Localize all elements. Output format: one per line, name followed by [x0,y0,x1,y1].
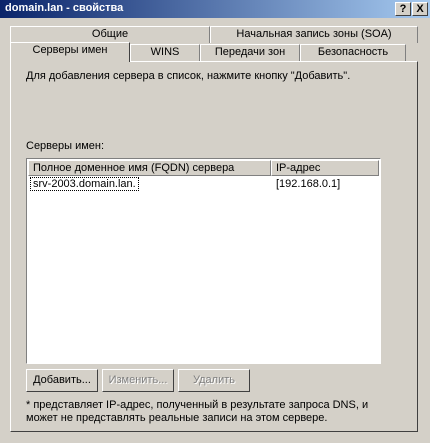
tab-zone-transfers[interactable]: Передачи зон [200,44,300,61]
row-ip: [192.168.0.1] [276,178,341,190]
table-row[interactable]: srv-2003.domain.lan. [192.168.0.1] [29,177,378,192]
add-button[interactable]: Добавить... [26,369,98,392]
row-fqdn: srv-2003.domain.lan. [30,177,139,191]
edit-button[interactable]: Изменить... [102,369,174,392]
footnote-line-1: * представляет IP-адрес, полученный в ре… [26,399,369,411]
tab-security[interactable]: Безопасность [300,44,406,61]
title-bar: domain.lan - свойства ? X [0,0,430,18]
help-button[interactable]: ? [395,2,411,16]
instruction-text: Для добавления сервера в список, нажмите… [26,70,351,82]
close-button[interactable]: X [412,2,428,16]
tab-general[interactable]: Общие [10,26,210,43]
tab-soa[interactable]: Начальная запись зоны (SOA) [210,26,418,43]
tab-name-servers[interactable]: Серверы имен [10,42,130,62]
column-header-ip[interactable]: IP-адрес [271,160,379,176]
window-title: domain.lan - свойства [5,2,124,14]
name-servers-list[interactable]: Полное доменное имя (FQDN) сервера IP-ад… [26,158,381,364]
list-label: Серверы имен: [26,140,105,152]
tab-wins[interactable]: WINS [130,44,200,61]
delete-button[interactable]: Удалить [178,369,250,392]
column-header-fqdn[interactable]: Полное доменное имя (FQDN) сервера [28,160,271,176]
footnote-line-2: может не представлять реальные записи на… [26,412,328,424]
